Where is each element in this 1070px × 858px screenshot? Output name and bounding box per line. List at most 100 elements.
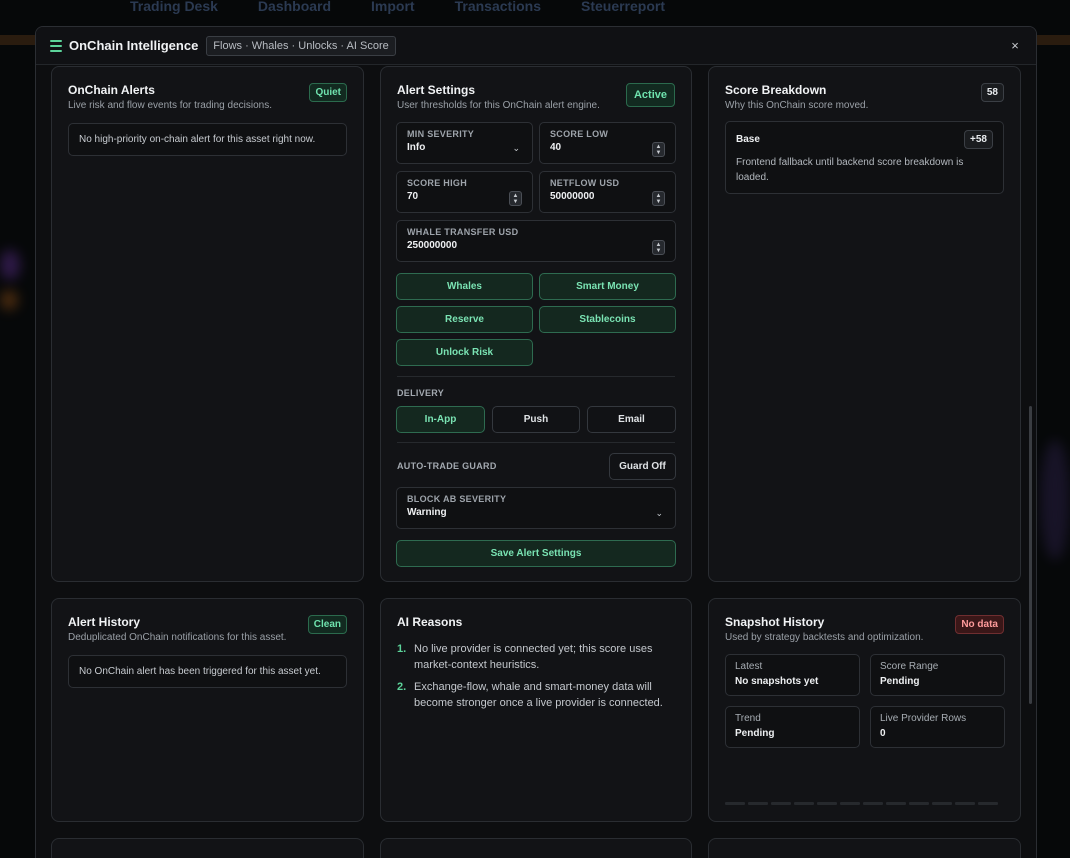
bg-nav-item: Steuerreport (580, 0, 666, 14)
close-button[interactable]: × (1008, 38, 1022, 53)
status-badge: Clean (307, 615, 347, 634)
scrollbar[interactable] (1029, 406, 1032, 704)
stat-score-range: Score Range Pending (870, 654, 1005, 696)
stat-label: Score Range (880, 661, 939, 672)
delivery-email-button[interactable]: Email (587, 406, 676, 433)
partial-card (51, 838, 364, 858)
reason-list: 1. No live provider is connected yet; th… (397, 641, 675, 711)
background-nav: Trading Desk Dashboard Import Transactio… (0, 0, 1070, 22)
card-subtitle: Deduplicated OnChain notifications for t… (68, 632, 287, 643)
status-badge: Quiet (309, 83, 347, 102)
list-item: 2. Exchange-flow, whale and smart-money … (397, 679, 675, 711)
background-glow (0, 290, 18, 310)
card-subtitle: Why this OnChain score moved. (725, 100, 869, 111)
alert-history-card: Alert History Deduplicated OnChain notif… (51, 598, 364, 822)
guard-toggle-button[interactable]: Guard Off (609, 453, 676, 480)
category-toggle-smart-money[interactable]: Smart Money (539, 273, 676, 300)
card-title: AI Reasons (397, 615, 463, 629)
divider (397, 442, 675, 443)
stepper-icon[interactable]: ▲ ▼ (509, 191, 522, 206)
field-value: 70 (407, 191, 419, 202)
auto-trade-guard-label: AUTO-TRADE GUARD (397, 461, 497, 471)
chevron-down-icon: ⌄ (512, 143, 520, 153)
card-title: Alert Settings (397, 83, 476, 97)
reason-text: Exchange-flow, whale and smart-money dat… (414, 681, 663, 709)
onchain-modal: OnChain Intelligence Flows · Whales · Un… (35, 26, 1037, 858)
card-title: Snapshot History (725, 615, 825, 629)
field-label: WHALE TRANSFER USD (407, 227, 519, 237)
ai-reasons-card: AI Reasons 1. No live provider is connec… (380, 598, 692, 822)
modal-subtitle-chip: Flows · Whales · Unlocks · AI Score (206, 35, 396, 56)
bg-nav-item: Import (371, 0, 415, 14)
field-label: SCORE LOW (550, 129, 609, 139)
onchain-alerts-card: OnChain Alerts Live risk and flow events… (51, 66, 364, 582)
bg-nav-item: Trading Desk (130, 0, 218, 14)
bg-nav-item: Transactions (454, 0, 541, 14)
delivery-push-button[interactable]: Push (492, 406, 580, 433)
status-badge: Active (625, 83, 675, 107)
card-subtitle: User thresholds for this OnChain alert e… (397, 100, 600, 111)
card-subtitle: Used by strategy backtests and optimizat… (725, 632, 924, 643)
block-severity-select[interactable]: BLOCK AB SEVERITY Warning ⌄ (396, 487, 676, 529)
stat-label: Trend (735, 713, 761, 724)
empty-state: No high-priority on-chain alert for this… (68, 123, 347, 156)
category-toggle-stablecoins[interactable]: Stablecoins (539, 306, 676, 333)
stepper-icon[interactable]: ▲ ▼ (652, 142, 665, 157)
field-value: 50000000 (550, 191, 595, 202)
save-alert-settings-button[interactable]: Save Alert Settings (396, 540, 676, 567)
stat-live-provider-rows: Live Provider Rows 0 (870, 706, 1005, 748)
list-item: 1. No live provider is connected yet; th… (397, 641, 675, 673)
sliders-icon (50, 39, 62, 52)
alert-settings-card: Alert Settings User thresholds for this … (380, 66, 692, 582)
stepper-icon[interactable]: ▲ ▼ (652, 240, 665, 255)
whale-transfer-input[interactable]: WHALE TRANSFER USD 250000000 ▲ ▼ (396, 220, 676, 262)
modal-title: OnChain Intelligence (69, 38, 199, 53)
field-value: 40 (550, 142, 562, 153)
status-badge: No data (955, 615, 1004, 634)
field-value: 250000000 (407, 240, 458, 251)
breakdown-item: Base +58 Frontend fallback until backend… (725, 121, 1004, 194)
modal-content: OnChain Alerts Live risk and flow events… (36, 66, 1036, 858)
field-value: Warning (407, 507, 447, 518)
stat-trend: Trend Pending (725, 706, 860, 748)
field-label: NETFLOW USD (550, 178, 620, 188)
breakdown-item-name: Base (736, 134, 760, 145)
breakdown-item-description: Frontend fallback until backend score br… (736, 157, 964, 183)
reason-text: No live provider is connected yet; this … (414, 643, 653, 671)
divider (397, 376, 675, 377)
stat-value: No snapshots yet (735, 676, 819, 687)
score-badge: 58 (980, 83, 1004, 102)
card-title: Score Breakdown (725, 83, 827, 97)
score-high-input[interactable]: SCORE HIGH 70 ▲ ▼ (396, 171, 533, 213)
reason-number: 2. (397, 681, 407, 693)
snapshot-history-card: Snapshot History Used by strategy backte… (708, 598, 1021, 822)
reason-number: 1. (397, 643, 407, 655)
category-toggle-unlock-risk[interactable]: Unlock Risk (396, 339, 533, 366)
stat-value: Pending (880, 676, 920, 687)
partial-card (380, 838, 692, 858)
bg-nav-item: Dashboard (257, 0, 332, 14)
stat-latest: Latest No snapshots yet (725, 654, 860, 696)
card-title: OnChain Alerts (68, 83, 155, 97)
field-label: SCORE HIGH (407, 178, 468, 188)
field-label: BLOCK AB SEVERITY (407, 494, 507, 504)
partial-card (708, 838, 1021, 858)
score-low-input[interactable]: SCORE LOW 40 ▲ ▼ (539, 122, 676, 164)
background-glow (0, 250, 20, 280)
background-glow (1040, 440, 1070, 560)
delivery-label: DELIVERY (397, 388, 445, 398)
breakdown-delta-badge: +58 (964, 130, 993, 149)
empty-state: No OnChain alert has been triggered for … (68, 655, 347, 688)
score-breakdown-card: Score Breakdown Why this OnChain score m… (708, 66, 1021, 582)
min-severity-select[interactable]: MIN SEVERITY Info ⌄ (396, 122, 533, 164)
modal-header: OnChain Intelligence Flows · Whales · Un… (36, 27, 1036, 65)
stat-label: Latest (735, 661, 763, 672)
field-value: Info (407, 142, 426, 153)
stepper-icon[interactable]: ▲ ▼ (652, 191, 665, 206)
card-subtitle: Live risk and flow events for trading de… (68, 100, 272, 111)
delivery-in-app-button[interactable]: In-App (396, 406, 485, 433)
category-toggle-reserve[interactable]: Reserve (396, 306, 533, 333)
stat-value: 0 (880, 728, 886, 739)
netflow-usd-input[interactable]: NETFLOW USD 50000000 ▲ ▼ (539, 171, 676, 213)
category-toggle-whales[interactable]: Whales (396, 273, 533, 300)
